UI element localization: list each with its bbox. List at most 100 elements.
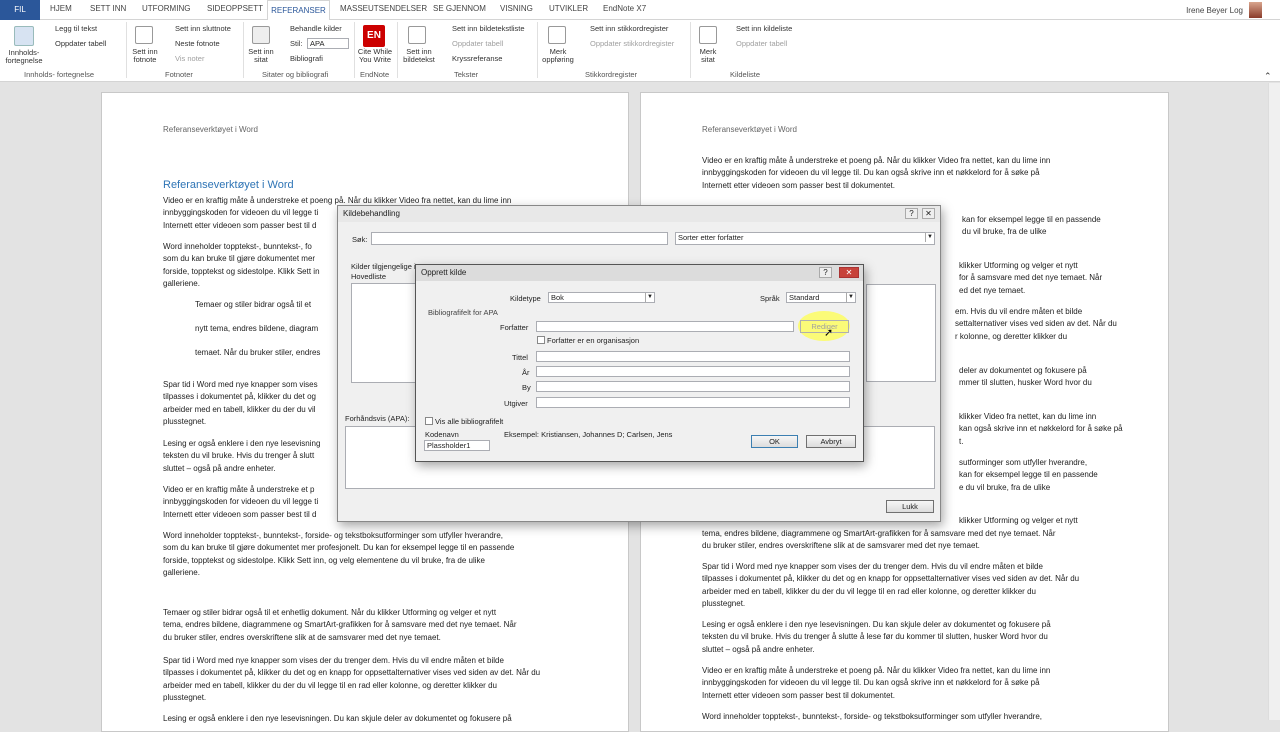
close-button[interactable]: Lukk — [886, 500, 934, 513]
help-icon[interactable]: ? — [819, 267, 832, 278]
author-label: Forfatter — [500, 323, 529, 332]
current-list[interactable] — [866, 284, 936, 382]
language-select[interactable]: Standard ▼ — [786, 292, 856, 303]
manage-sources-button[interactable]: Behandle kilder — [290, 25, 342, 33]
language-label: Språk — [760, 294, 780, 303]
ribbon-separator — [537, 22, 538, 78]
page-header: Referanseverktøyet i Word — [163, 125, 258, 134]
group-footnotes-label: Fotnoter — [165, 70, 193, 79]
ribbon-separator — [243, 22, 244, 78]
group-citations-label: Sitater og bibliografi — [262, 70, 329, 79]
tab-mailings[interactable]: MASSEUTSENDELSER — [340, 4, 427, 13]
vertical-scrollbar[interactable] — [1268, 83, 1280, 720]
tab-references[interactable]: REFERANSER — [267, 0, 330, 21]
tab-review[interactable]: SE GJENNOM — [433, 4, 486, 13]
city-input[interactable] — [536, 381, 850, 392]
group-endnote-label: EndNote — [360, 70, 390, 79]
group-toa-label: Kildeliste — [730, 70, 761, 79]
paragraph: Video er en kraftig måte å understreke e… — [702, 156, 1051, 190]
ok-button[interactable]: OK — [751, 435, 798, 448]
endnote-icon: EN — [363, 25, 385, 47]
add-text-button[interactable]: Legg til tekst — [55, 25, 97, 33]
toc-icon — [14, 26, 34, 46]
insert-citation-button[interactable]: Sett inn sitat — [245, 48, 277, 64]
ribbon: Innholds- fortegnelse Legg til tekst Opp… — [0, 20, 1280, 82]
insert-caption-button[interactable]: Sett inn bildetekst — [400, 48, 438, 64]
close-icon[interactable]: ✕ — [839, 267, 859, 278]
avatar — [1249, 2, 1262, 18]
close-icon[interactable]: ✕ — [922, 208, 935, 219]
cursor-icon: ➚ — [824, 327, 834, 339]
source-type-value: Bok — [551, 293, 564, 302]
tab-developer[interactable]: UTVIKLER — [549, 4, 588, 13]
city-label: By — [522, 383, 531, 392]
tab-home[interactable]: HJEM — [50, 4, 72, 13]
year-input[interactable] — [536, 366, 850, 377]
source-type-label: Kildetype — [510, 294, 541, 303]
paragraph: Video er en kraftig måte å understreke e… — [702, 666, 1051, 700]
cite-while-you-write-button[interactable]: Cite While You Write — [355, 48, 395, 64]
mark-citation-button[interactable]: Merk sitat — [693, 48, 723, 64]
paragraph: Lesing er også enklere i den nye lesevis… — [163, 439, 321, 473]
toc-button[interactable]: Innholds- fortegnelse — [5, 49, 43, 65]
title-label: Tittel — [512, 353, 528, 362]
update-toa-button[interactable]: Oppdater tabell — [736, 40, 787, 48]
next-footnote-button[interactable]: Neste fotnote — [175, 40, 220, 48]
mark-entry-button[interactable]: Merk oppføring — [540, 48, 576, 64]
update-index-button[interactable]: Oppdater stikkordregister — [590, 40, 674, 48]
style-select[interactable]: APA — [307, 38, 349, 49]
paragraph-fragment: klikker Utforming og velger et nytt — [959, 516, 1078, 525]
paragraph-fragment: deler av dokumentet og fokusere på mmer … — [959, 366, 1092, 388]
publisher-input[interactable] — [536, 397, 850, 408]
ribbon-separator — [690, 22, 691, 78]
insert-toa-button[interactable]: Sett inn kildeliste — [736, 25, 792, 33]
help-icon[interactable]: ? — [905, 208, 918, 219]
update-table-button[interactable]: Oppdater tabell — [55, 40, 106, 48]
search-input[interactable] — [371, 232, 668, 245]
insert-footnote-button[interactable]: Sett inn fotnote — [130, 48, 160, 64]
citation-icon — [252, 26, 270, 44]
insert-index-button[interactable]: Sett inn stikkordregister — [590, 25, 668, 33]
search-label: Søk: — [352, 235, 368, 244]
tab-file[interactable]: FIL — [0, 0, 40, 20]
preview-label: Forhåndsvis (APA): — [345, 414, 410, 423]
source-type-select[interactable]: Bok ▼ — [548, 292, 655, 303]
paragraph: Spar tid i Word med nye knapper som vise… — [163, 656, 541, 703]
paragraph-fragment: kan for eksempel legge til en passende d… — [962, 215, 1101, 237]
tab-layout[interactable]: SIDEOPPSETT — [207, 4, 263, 13]
chevron-down-icon: ▼ — [925, 233, 934, 242]
cross-reference-button[interactable]: Kryssreferanse — [452, 55, 502, 63]
paragraph: Word inneholder topptekst-, bunntekst-, … — [163, 242, 320, 289]
show-notes-button[interactable]: Vis noter — [175, 55, 204, 63]
user-account[interactable]: Irene Beyer Log — [1186, 2, 1262, 18]
available-label: Kilder tilgjengelige i: — [351, 262, 418, 271]
tab-endnote[interactable]: EndNote X7 — [603, 4, 646, 13]
collapse-ribbon-icon[interactable]: ⌃ — [1264, 72, 1272, 81]
author-input[interactable] — [536, 321, 794, 332]
tab-view[interactable]: VISNING — [500, 4, 533, 13]
show-all-fields-checkbox[interactable] — [425, 417, 433, 425]
tab-design[interactable]: UTFORMING — [142, 4, 190, 13]
paragraph: Spar tid i Word med nye knapper som vise… — [163, 380, 318, 427]
cancel-button[interactable]: Avbryt — [806, 435, 856, 448]
fields-heading: Bibliografifelt for APA — [428, 308, 498, 317]
organization-label: Forfatter er en organisasjon — [547, 336, 640, 345]
tab-insert[interactable]: SETT INN — [90, 4, 126, 13]
master-list-label: Hovedliste — [351, 272, 387, 281]
insert-table-of-figures-button[interactable]: Sett inn bildetekstliste — [452, 25, 525, 33]
tag-name-input[interactable]: Plassholder1 — [424, 440, 490, 451]
paragraph: tema, endres bildene, diagrammene og Sma… — [702, 529, 1056, 551]
ribbon-separator — [397, 22, 398, 78]
year-label: År — [522, 368, 530, 377]
organization-checkbox[interactable] — [537, 336, 545, 344]
paragraph-fragment: sutforminger som utfyller hverandre, kan… — [959, 458, 1098, 492]
update-figures-table-button[interactable]: Oppdater tabell — [452, 40, 503, 48]
paragraph-fragment: klikker Video fra nettet, kan du lime in… — [959, 412, 1123, 446]
bibliography-button[interactable]: Bibliografi — [290, 55, 323, 63]
paragraph-fragment: klikker Utforming og velger et nytt for … — [959, 261, 1103, 295]
insert-endnote-button[interactable]: Sett inn sluttnote — [175, 25, 231, 33]
tag-name-label: Kodenavn — [425, 430, 459, 439]
title-input[interactable] — [536, 351, 850, 362]
sort-select[interactable]: Sorter etter forfatter ▼ — [675, 232, 935, 245]
show-all-fields-label: Vis alle bibliografifelt — [435, 417, 504, 426]
